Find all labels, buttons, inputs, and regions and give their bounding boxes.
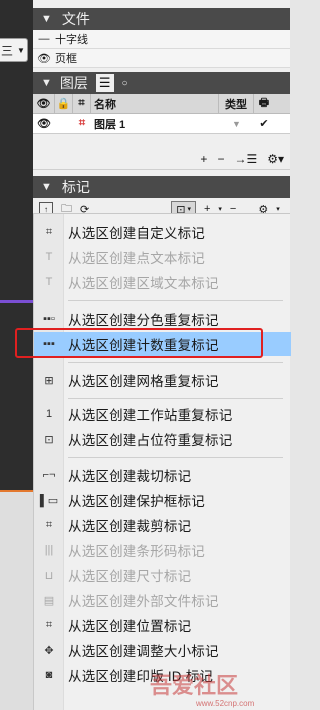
menu-item-label: 从选区创建网格重复标记 — [68, 374, 219, 389]
bracket-icon: ⌗ — [73, 93, 91, 114]
menu-item-label: 从选区创建外部文件标记 — [68, 594, 219, 609]
file-item-label: 页框 — [55, 53, 77, 65]
files-section-title: 文件 — [61, 11, 90, 27]
menu-item-trim-mark[interactable]: ⌐¬ 从选区创建裁切标记 — [34, 463, 291, 487]
layers-column-header: 👁 🔒 ⌗ 名称 类型 🖶 — [33, 93, 290, 114]
annotation-highlight-box — [15, 328, 263, 358]
separation-repeat-icon: ▪▪▫ — [43, 313, 55, 325]
add-layer-button[interactable]: + — [200, 152, 207, 166]
menu-item-position-mark[interactable]: ⌗ 从选区创建位置标记 — [34, 613, 291, 637]
external-file-icon: ▤ — [43, 594, 55, 607]
station-icon: 1 — [45, 408, 53, 420]
collapse-triangle-icon[interactable]: ▼ — [41, 77, 52, 89]
zoom-dropdown[interactable]: 三 ▼ — [0, 38, 28, 62]
canvas-edge-line — [0, 300, 33, 303]
watermark-logo: 吾爱社区 — [150, 673, 239, 698]
layers-section-header[interactable]: ▼ 图层 ☰ ○ — [33, 72, 290, 94]
zoom-dropdown-label: 三 — [1, 43, 14, 58]
menu-item-label: 从选区创建尺寸标记 — [68, 569, 192, 584]
menu-item-label: 从选区创建工作站重复标记 — [68, 408, 233, 423]
type-dropdown-icon[interactable]: ▼ — [219, 114, 254, 134]
menu-item-label: 从选区创建分色重复标记 — [68, 313, 219, 328]
text-icon: T — [45, 251, 53, 263]
lock-toggle[interactable] — [55, 114, 73, 134]
tab-list-view[interactable]: ☰ — [95, 74, 114, 92]
marks-section-header[interactable]: ▼ 标记 — [33, 176, 290, 198]
eye-icon: 👁 — [33, 93, 55, 114]
menu-item-placeholder-repeat-mark[interactable]: ⊡ 从选区创建占位符重复标记 — [34, 427, 291, 451]
menu-item-area-text-mark[interactable]: T 从选区创建区域文本标记 — [34, 270, 291, 294]
menu-item-resize-mark[interactable]: ✥ 从选区创建调整大小标记 — [34, 638, 291, 662]
menu-item-label: 从选区创建调整大小标记 — [68, 644, 219, 659]
menu-item-custom-mark[interactable]: ⌗ 从选区创建自定义标记 — [34, 220, 291, 244]
menu-separator — [68, 362, 283, 363]
menu-item-guard-frame-mark[interactable]: ▌▭ 从选区创建保护框标记 — [34, 488, 291, 512]
watermark-url: www.52cnp.com — [196, 699, 255, 708]
grid-icon: ⊞ — [44, 374, 54, 387]
menu-item-label: 从选区创建自定义标记 — [68, 226, 205, 241]
menu-item-label: 从选区创建保护框标记 — [68, 494, 205, 509]
menu-item-crop-mark[interactable]: ⌗ 从选区创建裁剪标记 — [34, 513, 291, 537]
layers-toolbar: + − →☰ ⚙▾ — [33, 148, 290, 170]
menu-separator — [68, 398, 283, 399]
resize-icon: ✥ — [44, 644, 54, 657]
menu-item-label: 从选区创建裁切标记 — [68, 469, 192, 484]
file-item-pageframe[interactable]: 👁 页框 — [33, 49, 290, 68]
chevron-down-icon: ▾ — [187, 206, 191, 213]
barcode-icon: ||| — [44, 544, 54, 556]
menu-item-external-file-mark[interactable]: ▤ 从选区创建外部文件标记 — [34, 588, 291, 612]
eye-icon[interactable]: 👁 — [33, 52, 55, 65]
menu-item-label: 从选区创建点文本标记 — [68, 251, 205, 266]
files-section-header[interactable]: ▼ 文件 — [33, 8, 290, 30]
create-mark-menu: ⌗ 从选区创建自定义标记 T 从选区创建点文本标记 T 从选区创建区域文本标记 … — [33, 213, 291, 710]
menu-separator — [68, 457, 283, 458]
layer-settings-button[interactable]: ⚙▾ — [267, 152, 284, 166]
layers-section-title: 图层 — [59, 75, 88, 91]
layer-bracket-icon: ⌗ — [78, 117, 86, 129]
menu-item-label: 从选区创建位置标记 — [68, 619, 192, 634]
crop-icon: ⌗ — [45, 518, 53, 531]
layers-spacer — [33, 134, 290, 148]
area-text-icon: T — [45, 276, 53, 288]
collapse-triangle-icon[interactable]: ▼ — [41, 13, 52, 25]
custom-mark-icon: ⌗ — [45, 225, 53, 238]
menu-item-label: 从选区创建裁剪标记 — [68, 519, 192, 534]
check-icon[interactable]: ✔ — [254, 114, 274, 134]
collapse-triangle-icon[interactable]: ▼ — [41, 181, 52, 193]
layer-row[interactable]: 👁 ⌗ 图层 1 ▼ ✔ — [33, 114, 290, 134]
eye-icon[interactable]: 👁 — [33, 114, 55, 134]
file-item-crosshair[interactable]: — 十字线 — [33, 30, 290, 49]
menu-item-label: 从选区创建占位符重复标记 — [68, 433, 233, 448]
plate-id-icon: ◙ — [45, 669, 53, 681]
column-type: 类型 — [219, 93, 254, 114]
chevron-down-icon[interactable]: ▾ — [276, 205, 280, 213]
printer-icon: 🖶 — [258, 97, 270, 109]
dimension-icon: ⊔ — [44, 569, 54, 582]
menu-item-dimension-mark[interactable]: ⊔ 从选区创建尺寸标记 — [34, 563, 291, 587]
menu-item-grid-repeat-mark[interactable]: ⊞ 从选区创建网格重复标记 — [34, 368, 291, 392]
chevron-down-icon: ▼ — [17, 45, 25, 55]
delete-layer-button[interactable]: − — [217, 152, 224, 166]
menu-item-barcode-mark[interactable]: ||| 从选区创建条形码标记 — [34, 538, 291, 562]
guard-frame-icon: ▌▭ — [39, 494, 59, 507]
chevron-down-icon[interactable]: ▾ — [218, 205, 222, 213]
marks-section-title: 标记 — [61, 179, 90, 195]
menu-item-label: 从选区创建区域文本标记 — [68, 276, 219, 291]
menu-item-label: 从选区创建条形码标记 — [68, 544, 205, 559]
file-item-label: 十字线 — [55, 34, 88, 46]
canvas-pasteboard — [0, 492, 33, 710]
move-layer-button[interactable]: →☰ — [234, 152, 257, 166]
position-icon: ⌗ — [45, 618, 53, 631]
layer-name[interactable]: 图层 1 — [91, 114, 219, 134]
menu-separator — [68, 300, 283, 301]
menu-item-station-repeat-mark[interactable]: 1 从选区创建工作站重复标记 — [34, 402, 291, 426]
trim-icon: ⌐¬ — [42, 469, 56, 481]
column-name: 名称 — [91, 93, 219, 114]
placeholder-icon: ⊡ — [44, 433, 54, 446]
dash-icon: — — [38, 33, 50, 45]
menu-item-point-text-mark[interactable]: T 从选区创建点文本标记 — [34, 245, 291, 269]
lock-icon: 🔒 — [55, 93, 73, 114]
tab-circle-view[interactable]: ○ — [122, 78, 128, 89]
